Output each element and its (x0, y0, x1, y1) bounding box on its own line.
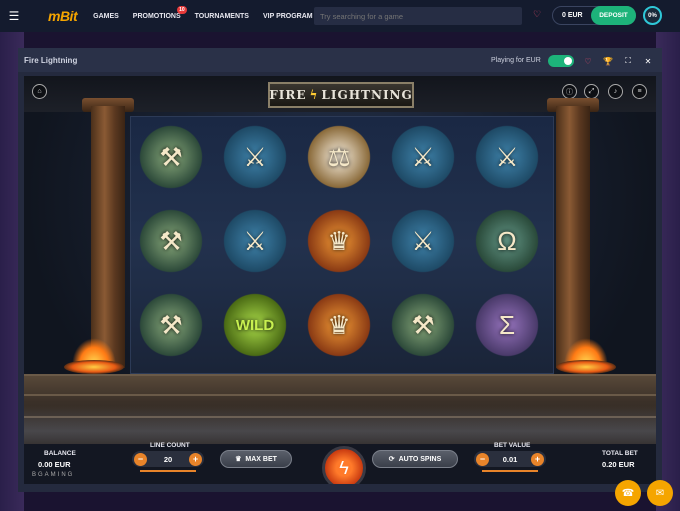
logo-word-lightning: LIGHTNING (321, 88, 413, 102)
total-bet-label: TOTAL BET (602, 450, 638, 457)
line-count-label: LINE COUNT (150, 442, 190, 449)
line-count-value: 20 (163, 454, 173, 464)
nav-promotions-label: PROMOTIONS (132, 12, 181, 20)
deposit-button[interactable]: DEPOSIT (591, 6, 636, 25)
balance-label: BALANCE (44, 450, 76, 457)
left-pillar (91, 106, 125, 368)
nav-games[interactable]: GAMES (93, 13, 119, 20)
max-bet-button[interactable]: ♛ MAX BET (220, 450, 292, 468)
right-brazier (556, 360, 616, 374)
bet-value-label: BET VALUE (494, 442, 531, 449)
auto-spins-label: AUTO SPINS (398, 455, 442, 463)
home-icon[interactable]: ⌂ (32, 84, 47, 99)
symbol-thor: ⚒ (135, 289, 207, 361)
nav-tournaments[interactable]: TOURNAMENTS (195, 13, 249, 20)
wallet-widget[interactable]: 0 EUR DEPOSIT (552, 6, 636, 25)
lightning-spin-icon: ϟ (339, 457, 349, 478)
nav-promotions[interactable]: PROMOTIONS 10 (132, 5, 187, 20)
game-logo: FIRE ϟ LIGHTNING (268, 82, 414, 108)
line-count-underline (140, 470, 196, 472)
crown-icon: ♛ (235, 456, 242, 463)
auto-spins-button[interactable]: ⟳ AUTO SPINS (372, 450, 458, 468)
total-bet-value: 0.20 EUR (602, 460, 635, 469)
symbol-justice: ⚖ (303, 121, 375, 193)
menu-icon[interactable]: ≡ (632, 84, 647, 99)
wallet-balance: 0 EUR (562, 12, 583, 19)
symbol-valkyrie: ⚔ (219, 205, 291, 277)
symbol-sigma: Σ (471, 289, 543, 361)
search-input[interactable] (314, 7, 522, 25)
lightning-bolt-icon: ϟ (309, 88, 319, 102)
symbol-omega: Ω (471, 205, 543, 277)
symbol-thor: ⚒ (387, 289, 459, 361)
reels-grid: ⚒ ⚔ ⚖ ⚔ ⚔ ⚒ ⚔ ♛ ⚔ Ω ⚒ WILD ♛ ⚒ Σ (130, 116, 554, 374)
user-progress-avatar[interactable]: 0% (643, 6, 662, 25)
chat-icon[interactable]: ✉ (647, 480, 673, 506)
symbol-wild: WILD (219, 289, 291, 361)
bet-value-underline (482, 470, 538, 472)
fullscreen-game-icon[interactable]: ⤢ (584, 84, 599, 99)
fullscreen-icon[interactable]: ⛶ (621, 54, 635, 68)
favorites-heart-icon[interactable]: ♡ (533, 9, 541, 20)
symbol-valkyrie: ⚔ (471, 121, 543, 193)
line-count-stepper: − 20 + (132, 451, 204, 467)
spin-button[interactable]: ϟ (322, 446, 366, 484)
nav-vip-program[interactable]: VIP PROGRAM (263, 13, 313, 20)
balance-value: 0.00 EUR (38, 460, 71, 469)
hamburger-menu-icon[interactable]: ☰ (0, 9, 28, 23)
mbit-logo[interactable]: mBit (48, 8, 78, 24)
symbol-thor: ⚒ (135, 205, 207, 277)
real-money-toggle[interactable] (548, 55, 574, 67)
bet-value-decrease-button[interactable]: − (476, 452, 489, 466)
favorite-heart-icon[interactable]: ♡ (581, 54, 595, 68)
symbol-valkyrie: ⚔ (219, 121, 291, 193)
symbol-valkyrie: ⚔ (387, 121, 459, 193)
bet-value-increase-button[interactable]: + (530, 452, 544, 466)
promotions-count-badge: 10 (177, 5, 187, 14)
sound-icon[interactable]: ♪ (608, 84, 623, 99)
bet-value-stepper: − 0.01 + (474, 451, 546, 467)
auto-spins-icon: ⟳ (388, 456, 395, 463)
main-nav: GAMES PROMOTIONS 10 TOURNAMENTS VIP PROG… (93, 5, 313, 20)
paytable-icon[interactable]: ⓘ (562, 84, 577, 99)
provider-logo: BGAMING (32, 472, 75, 478)
game-window: Fire Lightning Playing for EUR ♡ 🏆 ⛶ ✕ F… (18, 48, 662, 492)
control-panel: BALANCE 0.00 EUR LINE COUNT − 20 + ♛ MAX… (24, 442, 656, 484)
symbol-zeus: ♛ (303, 205, 375, 277)
symbol-valkyrie: ⚔ (387, 205, 459, 277)
support-headset-icon[interactable]: ☎ (615, 480, 641, 506)
playing-for-label: Playing for EUR (491, 57, 541, 64)
symbol-zeus: ♛ (303, 289, 375, 361)
line-count-decrease-button[interactable]: − (134, 452, 147, 466)
trophy-icon[interactable]: 🏆 (601, 54, 615, 68)
symbol-thor: ⚒ (135, 121, 207, 193)
right-pillar (556, 106, 590, 368)
close-icon[interactable]: ✕ (641, 54, 655, 68)
slot-game-scene[interactable]: FIRE ϟ LIGHTNING ⌂ ⓘ ⤢ ♪ ≡ ⚒ ⚔ ⚖ ⚔ ⚔ ⚒ ⚔… (24, 76, 656, 484)
logo-word-fire: FIRE (269, 88, 307, 102)
game-title: Fire Lightning (24, 55, 78, 65)
left-brazier (64, 360, 124, 374)
bet-value-amount: 0.01 (502, 454, 518, 464)
line-count-increase-button[interactable]: + (189, 452, 202, 466)
max-bet-label: MAX BET (245, 455, 277, 463)
